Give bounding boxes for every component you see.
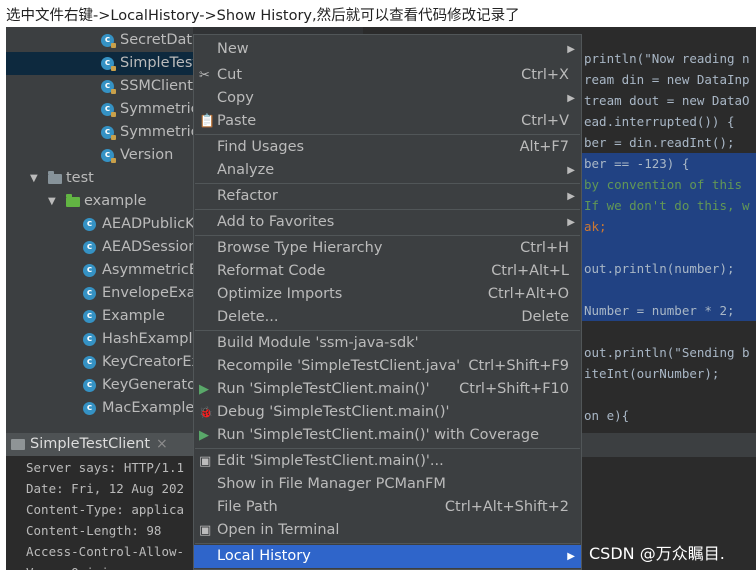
menu-item-run-with-coverage[interactable]: ▶ Run 'SimpleTestClient.main()' with Cov… (194, 424, 581, 447)
console-line: Access-Control-Allow- (26, 544, 185, 559)
tree-item[interactable]: c AsymmetricE (6, 259, 193, 282)
submenu-arrow-icon: ▶ (567, 93, 575, 104)
tree-item[interactable]: c Symmetric (6, 121, 193, 144)
menu-item-local-history[interactable]: Local History ▶ (194, 545, 581, 568)
menu-item-open-in-terminal[interactable]: ▣ Open in Terminal (194, 519, 581, 542)
class-icon: c (101, 103, 116, 117)
submenu-arrow-icon: ▶ (567, 217, 575, 228)
console-line: Content-Length: 98 (26, 523, 162, 538)
submenu-arrow-icon: ▶ (567, 551, 575, 562)
menu-separator (195, 543, 580, 544)
class-icon: c (101, 126, 116, 140)
console-line: Server says: HTTP/1.1 (26, 460, 185, 475)
class-icon: c (83, 287, 96, 300)
class-icon: c (83, 333, 96, 346)
tree-folder-test[interactable]: ▼ test (6, 167, 193, 190)
class-icon: c (101, 34, 116, 48)
tree-item[interactable]: c SecretData (6, 29, 193, 52)
menu-item-edit-config[interactable]: ▣ Edit 'SimpleTestClient.main()'... (194, 450, 581, 473)
run-panel-header: SimpleTestClient × (6, 433, 193, 457)
class-icon: c (83, 379, 96, 392)
submenu-arrow-icon: ▶ (567, 191, 575, 202)
console-line: Content-Type: applica (26, 502, 185, 517)
class-icon: c (83, 310, 96, 323)
class-icon: c (83, 356, 96, 369)
submenu-arrow-icon: ▶ (567, 44, 575, 55)
folder-icon (48, 171, 62, 184)
tree-item[interactable]: c SSMClient (6, 75, 193, 98)
class-icon: c (83, 218, 96, 231)
context-menu: New ▶ ✂ Cut Ctrl+X Copy ▶ 📋 Paste Ctrl+V… (193, 34, 582, 570)
menu-item-reformat-code[interactable]: Reformat Code Ctrl+Alt+L (194, 260, 581, 283)
menu-separator (195, 209, 580, 210)
run-icon: ▶ (199, 382, 209, 397)
menu-item-browse-type-hierarchy[interactable]: Browse Type Hierarchy Ctrl+H (194, 237, 581, 260)
menu-item-optimize-imports[interactable]: Optimize Imports Ctrl+Alt+O (194, 283, 581, 306)
tree-item[interactable]: c Example (6, 305, 193, 328)
coverage-icon: ▶ (199, 428, 209, 443)
class-icon: c (101, 57, 116, 71)
menu-item-build-module[interactable]: Build Module 'ssm-java-sdk' (194, 332, 581, 355)
submenu-arrow-icon: ▶ (567, 165, 575, 176)
class-icon: c (101, 80, 116, 94)
scissors-icon: ✂ (199, 68, 210, 83)
menu-item-copy[interactable]: Copy ▶ (194, 87, 581, 110)
menu-item-debug[interactable]: 🐞 Debug 'SimpleTestClient.main()' (194, 401, 581, 424)
project-tree: c SecretData c SimpleTest c SSMClient c … (6, 27, 193, 433)
run-config-icon (11, 439, 25, 450)
menu-separator (195, 330, 580, 331)
terminal-icon: ▣ (199, 523, 212, 538)
menu-separator (195, 183, 580, 184)
menu-separator (195, 235, 580, 236)
tree-item[interactable]: c Version (6, 144, 193, 167)
tree-item[interactable]: c KeyGenerator (6, 374, 193, 397)
tree-item[interactable]: c KeyCreatorEx (6, 351, 193, 374)
caption-text: 选中文件右键->LocalHistory->Show History,然后就可以… (6, 8, 520, 24)
tree-item-selected[interactable]: c SimpleTest (6, 52, 193, 75)
menu-separator (195, 134, 580, 135)
menu-item-new[interactable]: New ▶ (194, 38, 581, 61)
tree-folder-example[interactable]: ▼ example (6, 190, 193, 213)
menu-item-recompile[interactable]: Recompile 'SimpleTestClient.java' Ctrl+S… (194, 355, 581, 378)
class-icon: c (83, 241, 96, 254)
class-icon: c (101, 149, 116, 163)
menu-separator (195, 448, 580, 449)
menu-item-cut[interactable]: ✂ Cut Ctrl+X (194, 64, 581, 87)
class-icon: c (83, 402, 96, 415)
menu-item-paste[interactable]: 📋 Paste Ctrl+V (194, 110, 581, 133)
close-icon[interactable]: × (156, 433, 168, 456)
tree-item[interactable]: c HashExample (6, 328, 193, 351)
menu-item-find-usages[interactable]: Find Usages Alt+F7 (194, 136, 581, 159)
run-tab[interactable]: SimpleTestClient × (6, 433, 193, 456)
menu-item-refactor[interactable]: Refactor ▶ (194, 185, 581, 208)
debug-icon: 🐞 (199, 406, 213, 419)
run-tab-label: SimpleTestClient (30, 436, 151, 452)
class-icon: c (83, 264, 96, 277)
watermark: CSDN @万众瞩目. (589, 544, 725, 563)
menu-item-run[interactable]: ▶ Run 'SimpleTestClient.main()' Ctrl+Shi… (194, 378, 581, 401)
menu-item-file-path[interactable]: File Path Ctrl+Alt+Shift+2 (194, 496, 581, 519)
tree-item[interactable]: c Symmetric (6, 98, 193, 121)
menu-item-analyze[interactable]: Analyze ▶ (194, 159, 581, 182)
expand-arrow-icon[interactable]: ▼ (30, 167, 38, 190)
console-line: Date: Fri, 12 Aug 202 (26, 481, 185, 496)
menu-item-add-to-favorites[interactable]: Add to Favorites ▶ (194, 211, 581, 234)
tree-item[interactable]: c MacExample (6, 397, 193, 420)
clipboard-icon: 📋 (199, 114, 216, 129)
menu-item-show-in-file-manager[interactable]: Show in File Manager PCManFM (194, 473, 581, 496)
tree-item[interactable]: c AEADSession (6, 236, 193, 259)
editor-status-strip (580, 433, 756, 457)
edit-config-icon: ▣ (199, 454, 212, 469)
console-line: Vary: Origin (26, 562, 116, 570)
folder-icon (66, 194, 80, 207)
expand-arrow-icon[interactable]: ▼ (48, 190, 56, 213)
tree-item[interactable]: c AEADPublicK (6, 213, 193, 236)
tree-item[interactable]: c EnvelopeExar (6, 282, 193, 305)
menu-item-delete[interactable]: Delete... Delete (194, 306, 581, 329)
